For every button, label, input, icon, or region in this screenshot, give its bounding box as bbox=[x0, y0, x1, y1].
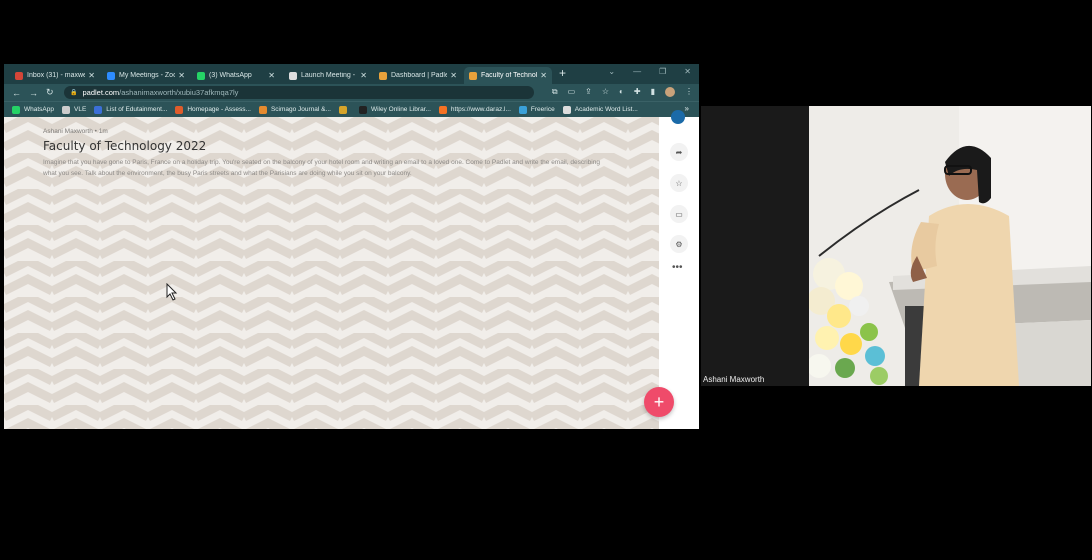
bookmarks-more-button[interactable]: » bbox=[685, 104, 689, 113]
bookmark-item[interactable]: VLE bbox=[62, 105, 87, 114]
bookmark-favicon-icon bbox=[438, 105, 447, 114]
bookmark-favicon-icon bbox=[62, 105, 70, 114]
tab-search-icon[interactable]: ⌄ bbox=[608, 67, 615, 76]
padlet-action-rail: ➦ ☆ ▭ ⚙ ••• bbox=[659, 110, 699, 429]
participant-name: Ashani Maxworth bbox=[703, 375, 765, 384]
bookmark-label: List of Edutainment... bbox=[106, 106, 168, 113]
bookmark-item[interactable]: WhatsApp bbox=[12, 105, 54, 114]
tab-2[interactable]: My Meetings - Zoo ✕ bbox=[102, 67, 190, 84]
bookmark-label: https://www.daraz.l... bbox=[450, 106, 511, 113]
tab-favicon-icon bbox=[469, 71, 477, 80]
bookmark-label: WhatsApp bbox=[24, 106, 54, 113]
tab-label: (3) WhatsApp bbox=[209, 72, 252, 79]
bookmark-item[interactable]: Scimago Journal &... bbox=[258, 105, 331, 114]
back-icon[interactable]: ← bbox=[12, 88, 21, 98]
tab-close-icon[interactable]: ✕ bbox=[450, 71, 457, 80]
tab-1[interactable]: Inbox (31) - maxwe ✕ bbox=[10, 67, 100, 84]
maximize-button[interactable]: ❐ bbox=[659, 67, 666, 76]
tab-close-icon[interactable]: ✕ bbox=[178, 71, 185, 80]
tab-label: Faculty of Technolo bbox=[481, 72, 538, 79]
address-bar[interactable]: 🔒 padlet.com/ashanimaxworth/xubiu37afkmq… bbox=[64, 86, 534, 99]
tab-6[interactable]: Faculty of Technolo ✕ bbox=[464, 67, 552, 84]
tab-favicon-icon bbox=[197, 71, 205, 80]
bookmark-label: Homepage - Assess... bbox=[187, 106, 251, 113]
share-icon[interactable]: ⇪ bbox=[585, 87, 592, 97]
url-path: /ashanimaxworth/xubiu37afkmqa7ly bbox=[119, 88, 239, 97]
star-icon[interactable]: ☆ bbox=[670, 174, 688, 192]
lock-icon: 🔒 bbox=[70, 90, 78, 96]
speaker-video bbox=[809, 106, 1091, 386]
bookmark-favicon-icon bbox=[258, 105, 267, 114]
mouse-cursor-icon bbox=[166, 283, 178, 301]
bookmark-favicon-icon bbox=[12, 105, 20, 114]
participant-tile bbox=[701, 106, 809, 386]
tab-4[interactable]: Launch Meeting - Z ✕ bbox=[284, 67, 372, 84]
settings-gear-icon[interactable]: ⚙ bbox=[670, 235, 688, 253]
tab-close-icon[interactable]: ✕ bbox=[268, 71, 275, 80]
bookmark-item[interactable]: List of Edutainment... bbox=[94, 105, 168, 114]
padlet-board: Ashani Maxworth • 1m Faculty of Technolo… bbox=[4, 117, 659, 429]
extension-icon[interactable]: ◐ bbox=[619, 87, 624, 97]
tab-favicon-icon bbox=[107, 71, 115, 80]
bookmarks-bar: WhatsApp VLE List of Edutainment... Homepag… bbox=[4, 101, 699, 117]
reload-icon[interactable]: ↻ bbox=[46, 87, 54, 98]
bookmark-favicon-icon bbox=[338, 105, 347, 114]
new-tab-button[interactable]: + bbox=[559, 66, 566, 80]
toolbar-icons: ⧉ ▭ ⇪ ☆ ◐ ✚ ▮ ⋮ bbox=[552, 87, 693, 97]
install-icon[interactable]: ⧉ bbox=[552, 87, 558, 97]
add-post-button[interactable]: + bbox=[644, 387, 674, 417]
minimize-button[interactable]: — bbox=[633, 67, 641, 76]
board-description: Imagine that you have gone to Paris, Fra… bbox=[43, 159, 600, 177]
cast-icon[interactable]: ▭ bbox=[568, 87, 576, 97]
tab-label: Launch Meeting - Z bbox=[301, 72, 358, 79]
page-title: Faculty of Technology 2022 bbox=[43, 139, 207, 153]
tab-close-icon[interactable]: ✕ bbox=[360, 71, 367, 80]
slideshow-icon[interactable]: ▭ bbox=[670, 205, 688, 223]
speaker-illustration bbox=[809, 106, 1091, 386]
forward-icon[interactable]: → bbox=[29, 88, 38, 98]
toolbar: ← → ↻ 🔒 padlet.com/ashanimaxworth/xubiu3… bbox=[4, 84, 699, 101]
post-author: Ashani Maxworth • 1m bbox=[43, 128, 108, 135]
bookmark-label: Freerice bbox=[530, 106, 555, 113]
bookmark-favicon-icon bbox=[518, 105, 527, 114]
bookmark-label: Scimago Journal &... bbox=[270, 106, 331, 113]
bookmark-item[interactable]: Homepage - Assess... bbox=[175, 105, 251, 114]
tab-close-icon[interactable]: ✕ bbox=[88, 71, 95, 80]
sidepanel-icon[interactable]: ▮ bbox=[651, 87, 655, 97]
tab-3[interactable]: (3) WhatsApp ✕ bbox=[192, 67, 280, 84]
bookmark-star-icon[interactable]: ☆ bbox=[602, 87, 609, 97]
close-window-button[interactable]: ✕ bbox=[684, 67, 691, 76]
padlet-logo-icon[interactable] bbox=[671, 110, 685, 124]
bookmark-item[interactable]: Wiley Online Librar... bbox=[358, 105, 431, 114]
bookmark-label: Academic Word List... bbox=[574, 106, 638, 113]
tab-label: Dashboard | Padlet bbox=[391, 72, 448, 79]
puzzle-icon[interactable]: ✚ bbox=[634, 87, 641, 97]
tab-favicon-icon bbox=[15, 71, 23, 80]
bookmark-favicon-icon bbox=[562, 105, 571, 114]
bookmark-favicon-icon bbox=[175, 105, 184, 114]
bookmark-item[interactable]: Academic Word List... bbox=[562, 105, 638, 114]
tab-label: Inbox (31) - maxwe bbox=[27, 72, 86, 79]
tab-5[interactable]: Dashboard | Padlet ✕ bbox=[374, 67, 462, 84]
more-options-icon[interactable]: ••• bbox=[672, 262, 683, 273]
tab-strip: Inbox (31) - maxwe ✕ My Meetings - Zoo ✕ (3)… bbox=[4, 64, 699, 84]
bookmark-item[interactable]: Freerice bbox=[518, 105, 555, 114]
bookmark-favicon-icon bbox=[94, 105, 103, 114]
tab-close-icon[interactable]: ✕ bbox=[540, 71, 547, 80]
share-arrow-icon[interactable]: ➦ bbox=[670, 143, 688, 161]
tab-label: My Meetings - Zoo bbox=[119, 72, 176, 79]
tab-favicon-icon bbox=[289, 71, 297, 80]
url-host: padlet.com bbox=[82, 88, 120, 97]
shared-screen: Inbox (31) - maxwe ✕ My Meetings - Zoo ✕ (3)… bbox=[4, 64, 699, 429]
bookmark-favicon-icon bbox=[358, 105, 367, 114]
bookmark-label: VLE bbox=[74, 106, 87, 113]
bookmark-item[interactable]: https://www.daraz.l... bbox=[438, 105, 511, 114]
profile-avatar[interactable] bbox=[665, 87, 675, 97]
tab-favicon-icon bbox=[379, 71, 387, 80]
bookmark-label: Wiley Online Librar... bbox=[370, 106, 431, 113]
menu-icon[interactable]: ⋮ bbox=[685, 87, 693, 97]
window-controls: ⌄ — ❐ ✕ bbox=[608, 67, 691, 76]
bookmark-item[interactable] bbox=[338, 105, 351, 114]
